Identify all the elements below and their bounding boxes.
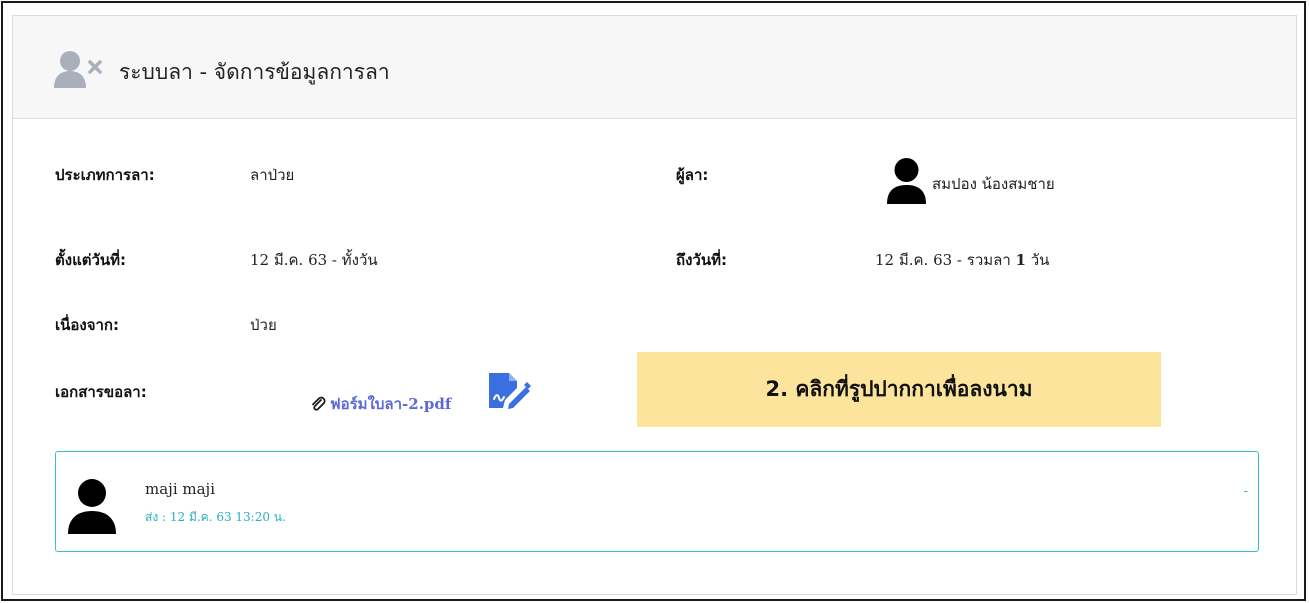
comment-extra: - [1243,484,1248,499]
panel-header: ระบบลา - จัดการข้อมูลการลา [13,16,1296,119]
attachment-file-name: ฟอร์มใบลา-2.pdf [330,395,452,413]
comment-card: maji maji ส่ง : 12 มี.ค. 63 13:20 น. - [55,451,1259,552]
to-date-label: ถึงวันที่: [676,251,727,269]
instruction-callout: 2. คลิกที่รูปปากกาเพื่อลงนาม [637,352,1161,427]
leave-type-value: ลาป่วย [250,166,295,184]
commenter-name: maji maji [145,480,215,498]
requester-label: ผู้ลา: [676,166,709,184]
callout-text: 2. คลิกที่รูปปากกาเพื่อลงนาม [765,377,1033,401]
from-date-value: 12 มี.ค. 63 - ทั้งวัน [250,251,378,269]
user-remove-icon [54,51,102,88]
requester-avatar-icon [887,158,926,204]
comment-timestamp: ส่ง : 12 มี.ค. 63 13:20 น. [145,510,286,524]
leave-type-label: ประเภทการลา: [55,166,155,184]
reason-label: เนื่องจาก: [55,316,120,334]
paperclip-icon [312,396,326,411]
signature-pen-icon[interactable] [487,371,531,411]
attachment-link[interactable]: ฟอร์มใบลา-2.pdf [310,392,451,416]
from-date-label: ตั้งแต่วันที่: [55,251,127,269]
requester-value: สมปอง น้องสมชาย [932,175,1055,193]
reason-value: ป่วย [250,316,277,334]
to-date-value: 12 มี.ค. 63 - รวมลา 1 วัน [875,251,1050,269]
documents-label: เอกสารขอลา: [55,383,147,401]
commenter-avatar-icon [68,479,116,534]
page-title: ระบบลา - จัดการข้อมูลการลา [119,60,390,84]
